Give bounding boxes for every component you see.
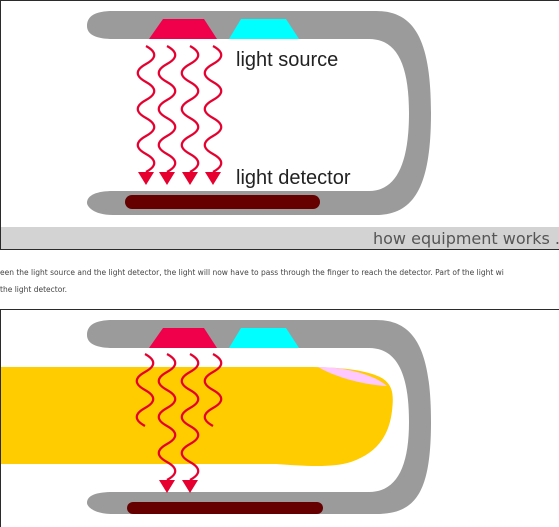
arrowhead-1 xyxy=(138,172,154,185)
equipment-diagram xyxy=(87,11,431,215)
equipment-diagram-panel: light source light detector how equipmen… xyxy=(0,0,559,250)
light-wave-4 xyxy=(203,45,223,173)
arrowhead-2 xyxy=(182,480,198,493)
light-detector-strip xyxy=(125,195,320,209)
light-detector-strip xyxy=(127,502,323,514)
light-wave-1 xyxy=(136,45,156,173)
explanation-text: een the light source and the light detec… xyxy=(0,264,559,298)
light-wave-2 xyxy=(157,45,177,173)
arrowhead-4 xyxy=(205,172,221,185)
how-equipment-works-caption: how equipment works . xyxy=(1,227,559,249)
finger-diagram xyxy=(1,320,431,514)
light-wave-group xyxy=(136,45,223,185)
finger xyxy=(1,367,393,466)
arrowhead-3 xyxy=(182,172,198,185)
explanation-line-2: the light detector. xyxy=(0,285,68,294)
arrowhead-1 xyxy=(159,480,175,493)
arrowhead-2 xyxy=(159,172,175,185)
light-wave-3 xyxy=(180,45,200,173)
light-source-label: light source xyxy=(236,49,339,71)
page: light source light detector how equipmen… xyxy=(0,0,559,527)
light-detector-label: light detector xyxy=(236,167,351,189)
explanation-line-1: een the light source and the light detec… xyxy=(0,268,504,277)
finger-diagram-panel xyxy=(0,309,559,527)
